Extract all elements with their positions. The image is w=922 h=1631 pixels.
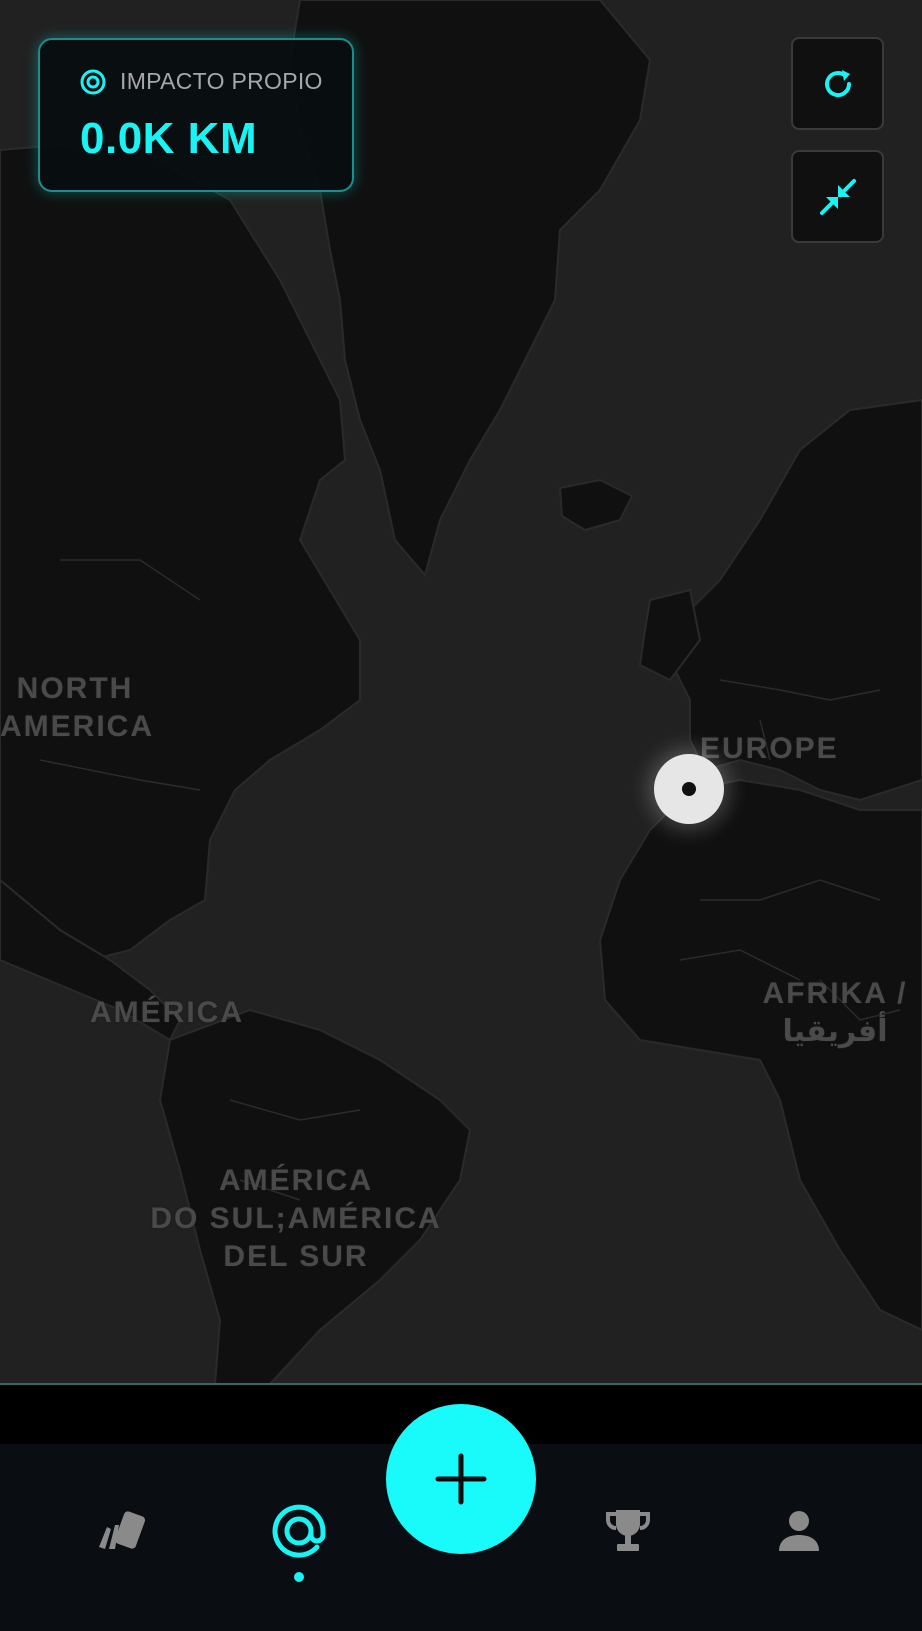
label-america: AMÉRICA — [90, 996, 244, 1029]
cards-icon — [99, 1511, 146, 1549]
plus-icon — [435, 1453, 487, 1505]
person-icon — [779, 1511, 819, 1551]
label-south-america-line2: DO SUL;AMÉRICA — [150, 1202, 442, 1235]
label-afrika-line2: أفريقيا — [782, 1015, 888, 1048]
nav-profile[interactable] — [764, 1496, 834, 1566]
trophy-icon — [606, 1510, 650, 1551]
location-dot — [682, 782, 696, 796]
nav-trophy[interactable] — [593, 1496, 663, 1566]
target-icon — [80, 69, 106, 94]
refresh-icon — [824, 69, 851, 97]
label-europe: EUROPE — [700, 732, 839, 765]
collapse-arrows-icon — [819, 178, 856, 215]
world-map[interactable]: NORTH AMERICA EUROPE AFRIKA / أفريقيا AM… — [0, 0, 922, 1385]
add-button[interactable] — [386, 1404, 536, 1554]
impact-value: 0.0K KM — [80, 114, 258, 163]
label-south-america-line1: AMÉRICA — [219, 1164, 373, 1197]
label-south-america: AMÉRICA DO SUL;AMÉRICA DEL SUR — [140, 1162, 452, 1276]
collapse-button[interactable] — [791, 150, 884, 243]
impact-label-row: IMPACTO PROPIO — [80, 68, 323, 95]
label-afrika-line1: AFRIKA / — [762, 977, 908, 1010]
label-south-america-line3: DEL SUR — [223, 1240, 369, 1273]
impact-label: IMPACTO PROPIO — [120, 68, 323, 94]
user-location-marker[interactable] — [654, 754, 724, 824]
nav-cards[interactable] — [88, 1496, 158, 1566]
label-north-america-line1: NORTH — [16, 672, 134, 705]
label-north-america: NORTH AMERICA — [0, 670, 154, 746]
label-north-america-line2: AMERICA — [0, 710, 154, 743]
refresh-button[interactable] — [791, 37, 884, 130]
label-afrika: AFRIKA / أفريقيا — [748, 975, 922, 1051]
nav-radar[interactable] — [264, 1496, 334, 1566]
nav-active-indicator — [294, 1572, 304, 1582]
at-target-icon — [272, 1504, 326, 1558]
impact-card: IMPACTO PROPIO 0.0K KM — [38, 38, 354, 192]
